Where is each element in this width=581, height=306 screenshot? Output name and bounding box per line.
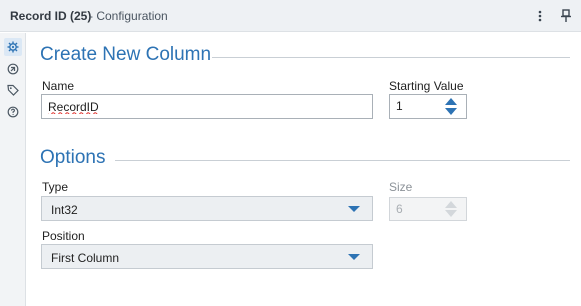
increment-arrow-icon[interactable] [445, 98, 457, 105]
name-field[interactable] [41, 94, 373, 119]
type-selected-value: Int32 [51, 203, 78, 217]
stepper-arrows [436, 95, 466, 118]
size-value-text: 6 [396, 202, 403, 216]
starting-value-text: 1 [396, 99, 403, 113]
arrow-circle-icon[interactable] [4, 60, 22, 78]
type-dropdown[interactable]: Int32 [41, 196, 373, 221]
window-header: Record ID (25) - Configuration [0, 0, 581, 32]
help-icon[interactable] [4, 103, 22, 121]
starting-value-label: Starting Value [389, 79, 464, 93]
vertical-ellipsis-icon[interactable] [531, 6, 549, 26]
increment-arrow-icon [445, 201, 457, 208]
tool-subtitle: - Configuration [89, 9, 168, 23]
section-divider [212, 57, 570, 58]
size-label: Size [389, 180, 413, 194]
gear-icon[interactable] [4, 38, 22, 56]
name-label: Name [42, 79, 75, 93]
starting-value-stepper[interactable]: 1 [389, 94, 467, 119]
type-label: Type [42, 180, 69, 194]
config-sidebar [0, 33, 26, 306]
decrement-arrow-icon[interactable] [445, 108, 457, 115]
create-new-column-heading: Create New Column [40, 44, 212, 65]
section-divider [115, 160, 570, 161]
size-stepper: 6 [389, 197, 467, 221]
position-selected-value: First Column [51, 251, 120, 265]
options-heading: Options [40, 147, 106, 168]
pin-icon[interactable] [557, 6, 575, 26]
name-input[interactable] [42, 95, 372, 118]
chevron-down-icon [348, 206, 360, 212]
decrement-arrow-icon [445, 210, 457, 217]
chevron-down-icon [348, 254, 360, 260]
position-dropdown[interactable]: First Column [41, 244, 373, 269]
tool-title: Record ID (25) [10, 9, 92, 23]
position-label: Position [42, 229, 85, 243]
tag-icon[interactable] [4, 81, 22, 99]
stepper-arrows [436, 198, 466, 220]
